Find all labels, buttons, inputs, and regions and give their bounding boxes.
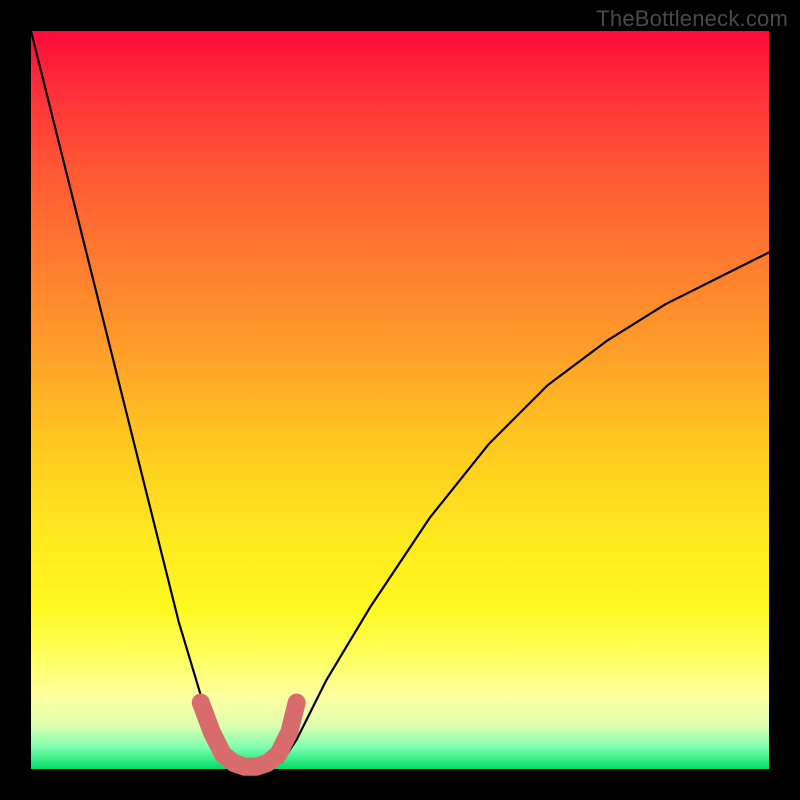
watermark-text: TheBottleneck.com: [596, 6, 788, 32]
bottleneck-curve-path: [31, 31, 769, 769]
chart-svg: [31, 31, 769, 769]
trough-marker-path: [201, 703, 297, 767]
chart-plot-area: [31, 31, 769, 769]
